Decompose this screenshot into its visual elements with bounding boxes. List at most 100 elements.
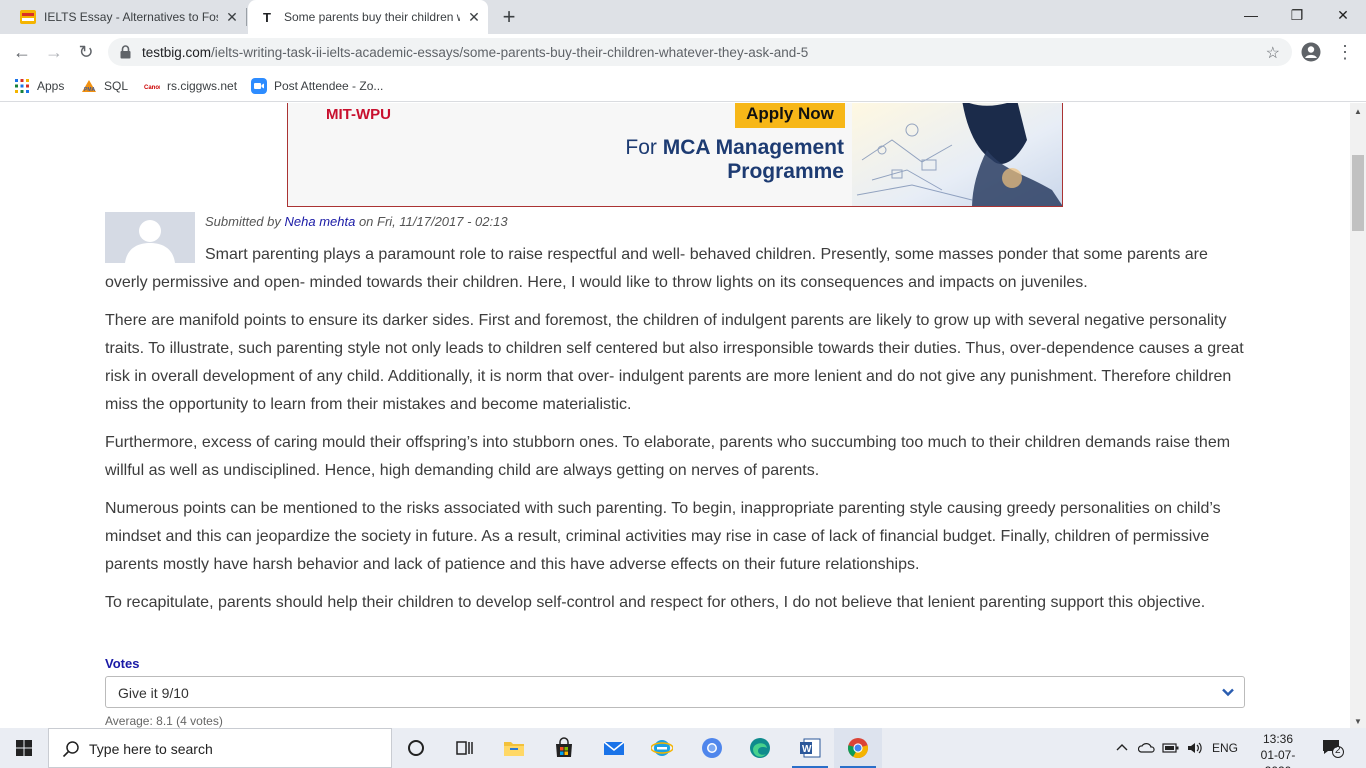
taskbar-internet-explorer[interactable] [638, 728, 686, 768]
vote-average: Average: 8.1 (4 votes) [105, 714, 223, 728]
author-link[interactable]: Neha mehta [285, 214, 356, 229]
svg-text:T: T [263, 10, 271, 25]
windows-logo-icon [16, 740, 32, 756]
taskbar-search-placeholder: Type here to search [89, 741, 213, 757]
profile-avatar-icon[interactable] [1301, 42, 1321, 62]
url-path: /ielts-writing-task-ii-ielts-academic-es… [211, 45, 809, 60]
tab-title: Some parents buy their children w [284, 10, 460, 24]
post-date: on Fri, 11/17/2017 - 02:13 [355, 214, 508, 229]
input-language[interactable]: ENG [1212, 741, 1238, 755]
ad-headline-line2: Programme [727, 160, 844, 183]
bookmark-label: Apps [37, 79, 65, 93]
tab-some-parents[interactable]: T Some parents buy their children w ✕ [248, 0, 488, 34]
bookmark-label: Post Attendee - Zo... [274, 79, 384, 93]
taskbar-chromium[interactable] [688, 728, 736, 768]
close-tab-icon[interactable]: ✕ [466, 9, 482, 25]
clock-time: 13:36 [1262, 732, 1294, 746]
taskbar-file-explorer[interactable] [490, 728, 538, 768]
essay-paragraph: There are manifold points to ensure its … [105, 312, 1244, 413]
essay-paragraph: Furthermore, excess of caring mould thei… [105, 434, 1231, 479]
lock-icon[interactable] [120, 45, 131, 59]
taskbar-search-box[interactable]: Type here to search [48, 728, 392, 768]
taskbar-clock[interactable]: 13:36 01-07-2020 [1252, 731, 1304, 768]
bookmark-label: rs.ciggws.net [167, 79, 238, 93]
back-button[interactable]: ← [10, 40, 34, 64]
clock-date: 01-07-2020 [1260, 748, 1296, 768]
essay-paragraph: To recapitulate, parents should help the… [105, 594, 1206, 611]
windows-taskbar: Type here to search W ENG 13:36 01-07- 2 [0, 728, 1366, 768]
close-window-button[interactable]: ✕ [1320, 0, 1366, 30]
search-icon [62, 741, 79, 758]
volume-icon[interactable] [1186, 740, 1204, 756]
canon-icon: Canon [144, 85, 160, 91]
chevron-down-icon [1222, 688, 1234, 697]
taskbar-mail[interactable] [590, 728, 638, 768]
ad-headline-prefix: For [625, 136, 663, 159]
ad-illustration-image [852, 103, 1062, 206]
zoom-icon [251, 78, 267, 94]
minimize-button[interactable]: — [1228, 0, 1274, 30]
task-view-button[interactable] [440, 728, 488, 768]
store-icon [556, 737, 572, 757]
task-view-icon [456, 741, 473, 755]
scroll-down-icon[interactable]: ▼ [1354, 717, 1362, 726]
cortana-button[interactable] [392, 728, 440, 768]
ad-brand: MIT-WPU [326, 106, 391, 123]
votes-label: Votes [105, 656, 140, 671]
essay-paragraph: Smart parenting plays a paramount role t… [105, 246, 1208, 291]
internet-explorer-icon [651, 740, 673, 756]
apps-grid-icon [15, 79, 29, 93]
battery-icon[interactable] [1162, 740, 1180, 756]
bookmark-sql[interactable]: PMA SQL [81, 77, 128, 95]
chrome-menu-icon[interactable]: ⋮ [1336, 40, 1354, 64]
taskbar-store[interactable] [540, 728, 588, 768]
notification-count: 2 [1335, 745, 1341, 756]
action-center-button[interactable]: 2 [1322, 738, 1344, 758]
chromium-icon [702, 738, 722, 758]
ad-headline-bold: MCA Management [662, 136, 844, 159]
mail-icon [603, 741, 625, 755]
tab-ielts-essay[interactable]: IELTS Essay - Alternatives to Fossi ✕ [8, 0, 246, 34]
tab-title: IELTS Essay - Alternatives to Fossi [44, 10, 218, 24]
ad-headline: For MCA Management [625, 136, 844, 160]
start-button[interactable] [0, 728, 48, 768]
chevron-up-icon[interactable] [1114, 740, 1130, 756]
reload-button[interactable]: ↻ [74, 40, 98, 64]
cortana-icon [408, 740, 424, 756]
essay-paragraph: Numerous points can be mentioned to the … [105, 500, 1221, 573]
chrome-icon [848, 738, 868, 759]
url-domain: testbig.com [142, 45, 212, 60]
ad-banner[interactable]: MIT-WPU Apply Now For MCA Management Pro… [287, 103, 1063, 207]
taskbar-word[interactable]: W [786, 728, 834, 768]
page-scrollbar[interactable]: ▲ ▼ [1350, 103, 1366, 728]
bookmark-apps[interactable]: Apps [14, 77, 64, 95]
restore-button[interactable]: ❐ [1274, 0, 1320, 30]
bookmark-rs-ciggws[interactable]: Canon rs.ciggws.net [144, 77, 237, 95]
scroll-thumb[interactable] [1352, 155, 1364, 231]
taskbar-edge[interactable] [736, 728, 784, 768]
ielts-buddy-favicon-icon [20, 10, 36, 24]
word-icon: W [800, 738, 821, 758]
page-content: MIT-WPU Apply Now For MCA Management Pro… [0, 103, 1350, 728]
tab-strip: IELTS Essay - Alternatives to Fossi ✕ T … [0, 0, 1366, 34]
onedrive-icon[interactable] [1138, 740, 1156, 756]
new-tab-button[interactable]: + [498, 6, 520, 28]
pma-icon: PMA [82, 80, 96, 93]
file-explorer-icon [504, 742, 524, 756]
forward-button[interactable]: → [42, 40, 66, 64]
edge-icon [750, 738, 770, 758]
address-bar[interactable]: testbig.com/ielts-writing-task-ii-ielts-… [108, 38, 1292, 66]
submitted-by-label: Submitted by [205, 214, 285, 229]
tab-separator [246, 8, 247, 26]
url-text: testbig.com/ielts-writing-task-ii-ielts-… [142, 45, 808, 60]
testbig-favicon-icon: T [263, 10, 271, 25]
vote-select-value: Give it 9/10 [118, 685, 189, 701]
vote-select[interactable]: Give it 9/10 [105, 676, 1245, 708]
bookmark-zoom[interactable]: Post Attendee - Zo... [251, 77, 383, 95]
svg-text:W: W [802, 744, 812, 755]
close-tab-icon[interactable]: ✕ [224, 9, 240, 25]
ad-apply-button[interactable]: Apply Now [735, 103, 845, 128]
scroll-up-icon[interactable]: ▲ [1354, 107, 1362, 116]
taskbar-chrome[interactable] [834, 728, 882, 768]
bookmark-star-icon[interactable]: ☆ [1266, 43, 1280, 63]
